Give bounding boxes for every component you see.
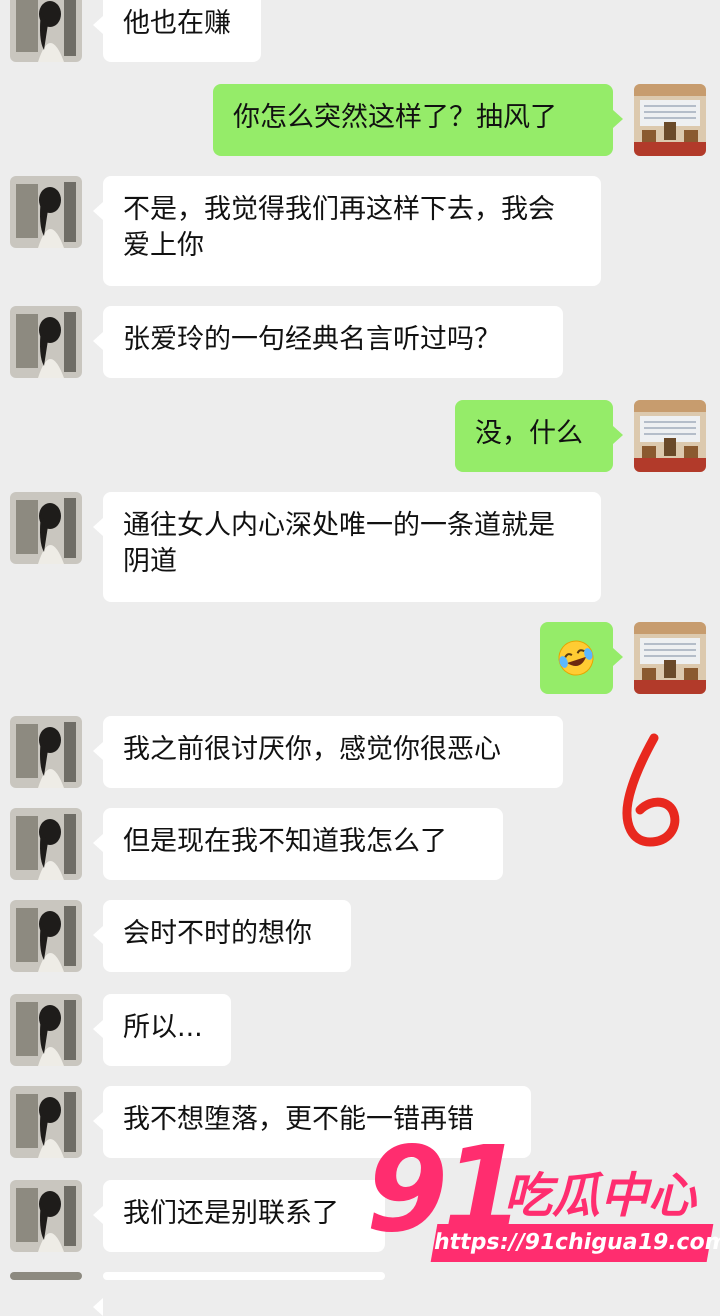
message-bubble-incoming[interactable]: 通往女人内心深处唯一的一条道就是阴道 — [93, 492, 601, 602]
message-bubble-incoming[interactable]: 他也在赚 — [93, 0, 261, 62]
watermark: 91 吃瓜中心 https://91chigua19.com — [366, 1124, 720, 1278]
message-row — [0, 622, 720, 696]
contact-avatar[interactable] — [10, 176, 82, 248]
laughing-crying-emoji-icon — [556, 638, 596, 678]
message-bubble-incoming[interactable]: 所以... — [93, 994, 231, 1066]
message-bubble-incoming[interactable]: 不是，我觉得我们再这样下去，我会爱上你 — [93, 176, 601, 286]
message-bubble-incoming[interactable]: 我之前很讨厌你，感觉你很恶心 — [93, 716, 563, 788]
contact-avatar[interactable] — [10, 1086, 82, 1158]
my-avatar[interactable] — [634, 622, 706, 694]
message-row: 通往女人内心深处唯一的一条道就是阴道 — [0, 492, 720, 604]
my-avatar[interactable] — [634, 400, 706, 472]
message-row: 不是，我觉得我们再这样下去，我会爱上你 — [0, 176, 720, 288]
message-row: 他也在赚 — [0, 0, 720, 70]
message-row: 没，什么 — [0, 400, 720, 474]
message-bubble-outgoing[interactable] — [540, 622, 623, 694]
contact-avatar[interactable] — [10, 0, 82, 62]
message-row: 你怎么突然这样了？抽风了 — [0, 84, 720, 158]
handwritten-annotation: 6 — [610, 728, 690, 852]
my-avatar[interactable] — [634, 84, 706, 156]
message-bubble-incoming[interactable]: 会时不时的想你 — [93, 900, 351, 972]
contact-avatar[interactable] — [10, 808, 82, 880]
message-bubble-incoming[interactable] — [93, 1272, 385, 1316]
contact-avatar[interactable] — [10, 1272, 82, 1280]
message-row: 会时不时的想你 — [0, 900, 720, 974]
watermark-brand: 吃瓜中心 — [504, 1168, 697, 1224]
contact-avatar[interactable] — [10, 1180, 82, 1252]
contact-avatar[interactable] — [10, 306, 82, 378]
contact-avatar[interactable] — [10, 994, 82, 1066]
message-row: 所以... — [0, 994, 720, 1068]
watermark-url: https://91chigua19.com — [430, 1224, 720, 1262]
contact-avatar[interactable] — [10, 900, 82, 972]
message-row: 张爱玲的一句经典名言听过吗？ — [0, 306, 720, 380]
message-bubble-incoming[interactable]: 但是现在我不知道我怎么了 — [93, 808, 503, 880]
message-bubble-incoming[interactable]: 我们还是别联系了 — [93, 1180, 385, 1252]
contact-avatar[interactable] — [10, 716, 82, 788]
message-bubble-outgoing[interactable]: 没，什么 — [455, 400, 623, 472]
contact-avatar[interactable] — [10, 492, 82, 564]
message-bubble-outgoing[interactable]: 你怎么突然这样了？抽风了 — [213, 84, 623, 156]
message-bubble-incoming[interactable]: 张爱玲的一句经典名言听过吗？ — [93, 306, 563, 378]
